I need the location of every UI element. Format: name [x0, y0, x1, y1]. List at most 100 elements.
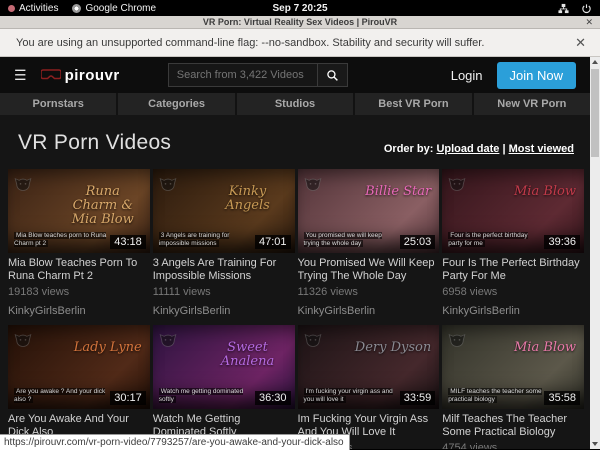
focused-app-label: Google Chrome [85, 3, 156, 14]
vr-goggles-icon [41, 69, 61, 81]
thumbnail-overlay-name: Mia Blow [514, 185, 576, 199]
thumbnail-overlay-name: Dery Dyson [355, 341, 431, 355]
duration-badge: 30:17 [110, 391, 146, 405]
nav-item-studios[interactable]: Studios [237, 93, 353, 115]
thumbnail-overlay-caption: I'm fucking your virgin ass and you will… [304, 388, 398, 404]
scrollbar-up-arrow-icon[interactable] [592, 60, 598, 64]
thumbnail-overlay-caption: MILF teaches the teacher some practical … [448, 388, 542, 404]
studio-watermark-cat-mask-icon [303, 329, 323, 349]
main-content: VR Porn Videos Order by: Upload date | M… [0, 115, 590, 449]
video-card[interactable]: Mia Blow Four is the perfect birthday pa… [442, 169, 584, 317]
activities-button[interactable]: Activities [8, 3, 58, 14]
tab-close-icon[interactable]: ✕ [585, 16, 593, 29]
video-card[interactable]: Mia Blow MILF teaches the teacher some p… [442, 325, 584, 449]
video-grid: Runa Charm & Mia Blow Mia Blow teaches p… [8, 169, 584, 449]
video-studio-link[interactable]: KinkyGirlsBerlin [442, 305, 584, 317]
video-title[interactable]: Four Is The Perfect Birthday Party For M… [442, 257, 584, 283]
video-views: 11326 views [298, 286, 440, 298]
studio-watermark-cat-mask-icon [303, 173, 323, 193]
video-title[interactable]: Milf Teaches The Teacher Some Practical … [442, 413, 584, 439]
thumbnail-overlay-name: Lady Lyne [74, 341, 142, 355]
network-icon[interactable] [558, 3, 569, 14]
video-thumbnail[interactable]: Dery Dyson I'm fucking your virgin ass a… [298, 325, 440, 409]
search-box [168, 63, 348, 87]
video-title[interactable]: 3 Angels Are Training For Impossible Mis… [153, 257, 295, 283]
video-title[interactable]: Mia Blow Teaches Porn To Runa Charm Pt 2 [8, 257, 150, 283]
search-input[interactable] [169, 69, 317, 81]
nav-item-new-vr-porn[interactable]: New VR Porn [474, 93, 590, 115]
thumbnail-overlay-name: Mia Blow [514, 341, 576, 355]
hamburger-menu-icon[interactable]: ☰ [14, 68, 27, 82]
thumbnail-overlay-name: Sweet Analena [209, 341, 287, 369]
video-views: 11111 views [153, 286, 295, 298]
duration-badge: 47:01 [255, 235, 291, 249]
duration-badge: 36:30 [255, 391, 291, 405]
power-icon[interactable] [581, 3, 592, 14]
video-card[interactable]: Lady Lyne Are you awake ? And your dick … [8, 325, 150, 449]
video-thumbnail[interactable]: Lady Lyne Are you awake ? And your dick … [8, 325, 150, 409]
tab-title[interactable]: VR Porn: Virtual Reality Sex Videos | Pi… [0, 17, 600, 27]
video-studio-link[interactable]: KinkyGirlsBerlin [298, 305, 440, 317]
thumbnail-overlay-caption: Are you awake ? And your dick also ? [14, 388, 108, 404]
studio-watermark-cat-mask-icon [447, 329, 467, 349]
video-thumbnail[interactable]: Kinky Angels 3 Angels are training for i… [153, 169, 295, 253]
logo-text: pirouvr [65, 67, 120, 84]
thumbnail-overlay-name: Billie Star [365, 185, 431, 199]
page-title: VR Porn Videos [18, 131, 171, 155]
studio-watermark-cat-mask-icon [13, 329, 33, 349]
video-thumbnail[interactable]: Billie Star You promised we will keep tr… [298, 169, 440, 253]
thumbnail-overlay-caption: Four is the perfect birthday party for m… [448, 232, 542, 248]
nav-item-best-vr-porn[interactable]: Best VR Porn [355, 93, 471, 115]
video-card[interactable]: Sweet Analena Watch me getting dominated… [153, 325, 295, 449]
chrome-app-icon [72, 4, 81, 13]
duration-badge: 35:58 [544, 391, 580, 405]
duration-badge: 43:18 [110, 235, 146, 249]
thumbnail-overlay-caption: Watch me getting dominated softly [159, 388, 253, 404]
studio-watermark-cat-mask-icon [158, 329, 178, 349]
site-logo[interactable]: pirouvr [41, 67, 120, 84]
video-studio-link[interactable]: KinkyGirlsBerlin [8, 305, 150, 317]
duration-badge: 25:03 [400, 235, 436, 249]
infobar-message: You are using an unsupported command-lin… [14, 37, 575, 49]
system-top-bar: Activities Google Chrome Sep 7 20:25 [0, 0, 600, 16]
video-card[interactable]: Runa Charm & Mia Blow Mia Blow teaches p… [8, 169, 150, 317]
order-by-label: Order by: [384, 143, 434, 155]
nav-item-pornstars[interactable]: Pornstars [0, 93, 116, 115]
thumbnail-overlay-caption: 3 Angels are training for impossible mis… [159, 232, 253, 248]
nav-item-categories[interactable]: Categories [118, 93, 234, 115]
video-card[interactable]: Kinky Angels 3 Angels are training for i… [153, 169, 295, 317]
order-by-upload-date-link[interactable]: Upload date [436, 143, 499, 155]
video-card[interactable]: Dery Dyson I'm fucking your virgin ass a… [298, 325, 440, 449]
order-by-separator: | [502, 143, 505, 155]
duration-badge: 39:36 [544, 235, 580, 249]
order-by-most-viewed-link[interactable]: Most viewed [509, 143, 574, 155]
duration-badge: 33:59 [400, 391, 436, 405]
thumbnail-overlay-caption: Mia Blow teaches porn to Runa Charm pt 2 [14, 232, 108, 248]
browser-viewport: ☰ pirouvr Login Join Now [0, 57, 600, 449]
scrollbar-thumb[interactable] [591, 69, 599, 157]
scrollbar-down-arrow-icon[interactable] [592, 442, 598, 446]
studio-watermark-cat-mask-icon [13, 173, 33, 193]
video-thumbnail[interactable]: Mia Blow MILF teaches the teacher some p… [442, 325, 584, 409]
video-views: 4754 views [442, 442, 584, 449]
chrome-infobar: You are using an unsupported command-lin… [0, 29, 600, 57]
join-now-button[interactable]: Join Now [497, 62, 576, 89]
infobar-close-icon[interactable]: ✕ [575, 35, 586, 51]
video-card[interactable]: Billie Star You promised we will keep tr… [298, 169, 440, 317]
video-title[interactable]: You Promised We Will Keep Trying The Who… [298, 257, 440, 283]
site-header: ☰ pirouvr Login Join Now [0, 57, 590, 93]
activities-label: Activities [19, 3, 58, 14]
video-studio-link[interactable]: KinkyGirlsBerlin [153, 305, 295, 317]
video-thumbnail[interactable]: Runa Charm & Mia Blow Mia Blow teaches p… [8, 169, 150, 253]
status-bar-url: https://pirouvr.com/vr-porn-video/779325… [0, 434, 350, 450]
vertical-scrollbar[interactable] [590, 57, 600, 449]
video-thumbnail[interactable]: Mia Blow Four is the perfect birthday pa… [442, 169, 584, 253]
login-link[interactable]: Login [451, 68, 483, 83]
focused-app-menu[interactable]: Google Chrome [72, 3, 156, 14]
search-button[interactable] [317, 64, 347, 86]
browser-tab-bar: VR Porn: Virtual Reality Sex Videos | Pi… [0, 16, 600, 29]
main-nav: PornstarsCategoriesStudiosBest VR PornNe… [0, 93, 590, 115]
order-by: Order by: Upload date | Most viewed [384, 143, 574, 155]
search-icon [326, 69, 339, 82]
video-thumbnail[interactable]: Sweet Analena Watch me getting dominated… [153, 325, 295, 409]
